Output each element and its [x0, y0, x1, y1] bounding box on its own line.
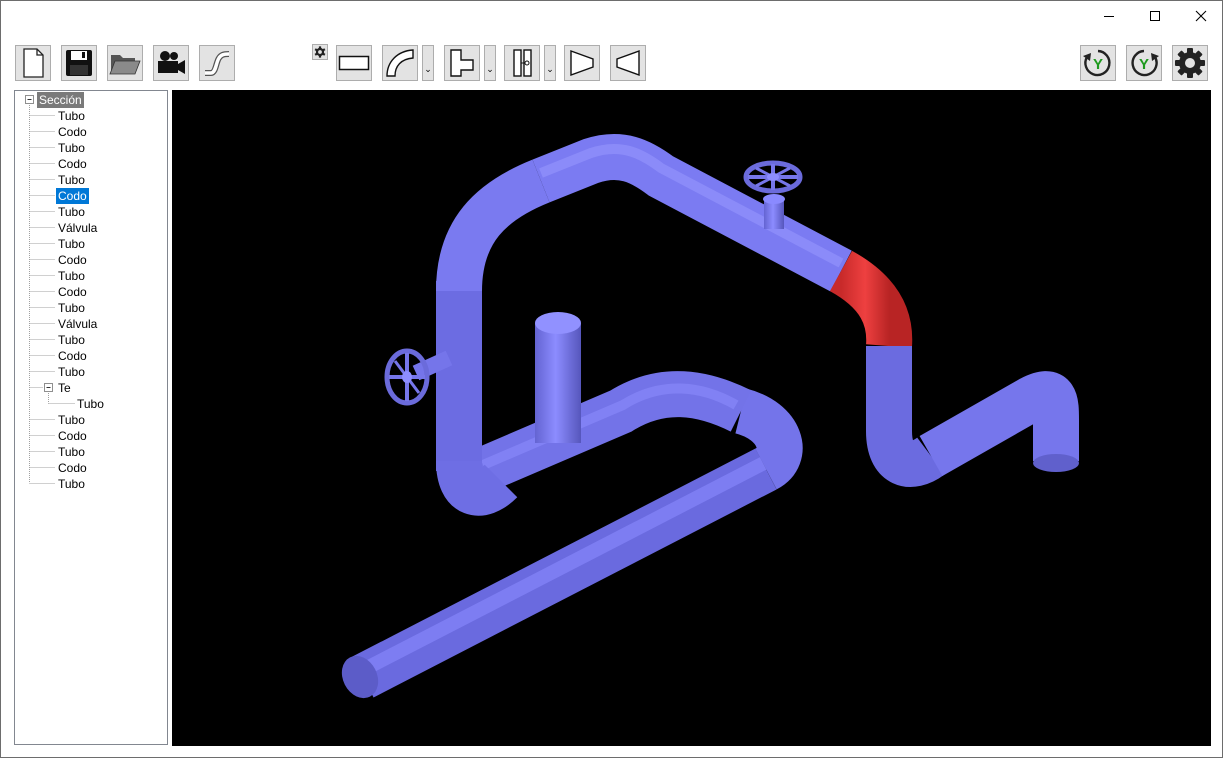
expander-icon — [616, 50, 640, 76]
tree-item[interactable]: Codo — [56, 428, 89, 444]
maximize-button[interactable] — [1132, 1, 1178, 31]
pipe-model-render — [341, 134, 1079, 699]
tee-icon — [450, 49, 474, 77]
rotate-y-ccw-button[interactable]: Y — [1126, 45, 1162, 81]
straight-tube-button[interactable] — [336, 45, 372, 81]
rotate-y-counterclockwise-icon: Y — [1131, 49, 1159, 77]
tree-item[interactable]: Codo — [56, 156, 89, 172]
tee-dropdown-button[interactable]: ⌄ — [484, 45, 496, 81]
3d-viewport[interactable] — [172, 90, 1211, 746]
valve-dropdown-button[interactable]: ⌄ — [544, 45, 556, 81]
tree-item[interactable]: Tubo — [56, 140, 87, 156]
tree-item[interactable]: Tubo — [56, 364, 87, 380]
pipe-right-vertical — [866, 346, 945, 487]
open-folder-button[interactable] — [107, 45, 143, 81]
camera-button[interactable] — [153, 45, 189, 81]
tree-item[interactable]: Codo — [56, 124, 89, 140]
new-file-icon — [23, 48, 44, 78]
expander-button[interactable] — [610, 45, 646, 81]
tree-item[interactable]: Tubo — [56, 412, 87, 428]
tree-item[interactable]: Tubo — [56, 476, 87, 492]
minimize-icon — [1104, 16, 1114, 17]
reducer-button[interactable] — [564, 45, 600, 81]
app-window: ⌄ ⌄ ⌄ Y Y Sección Tubo Codo Tubo Codo Tu… — [0, 0, 1223, 758]
valve-component-icon — [513, 49, 532, 77]
collapse-root-toggle — [25, 95, 34, 104]
tree-item[interactable]: Tubo — [56, 204, 87, 220]
tree-lines — [25, 95, 75, 484]
close-button[interactable] — [1178, 1, 1222, 31]
elbow-button[interactable] — [382, 45, 418, 81]
tree-root-seccion[interactable]: Sección — [37, 92, 84, 108]
tree-item[interactable]: Válvula — [56, 316, 99, 332]
tree-item[interactable]: Tubo — [56, 332, 87, 348]
collapse-te-toggle — [44, 383, 53, 392]
tree-item[interactable]: Codo — [56, 252, 89, 268]
tree-item[interactable]: Válvula — [56, 220, 99, 236]
save-icon — [66, 50, 92, 76]
pipe-vertical-stub — [535, 323, 581, 443]
small-gear-icon — [314, 46, 326, 58]
rotate-y-clockwise-icon: Y — [1083, 49, 1111, 77]
minimize-button[interactable] — [1086, 1, 1132, 31]
reducer-icon — [570, 50, 594, 76]
tree-item[interactable]: Tubo — [56, 172, 87, 188]
maximize-icon — [1150, 11, 1160, 21]
tree-item[interactable]: Tubo — [56, 236, 87, 252]
pipe-route-icon — [205, 51, 230, 76]
valve-component-button[interactable] — [504, 45, 540, 81]
new-file-button[interactable] — [15, 45, 51, 81]
pipe-selected-elbow — [829, 250, 913, 348]
tree-item[interactable]: Codo — [56, 460, 89, 476]
tree-item-te-child[interactable]: Tubo — [75, 396, 106, 412]
close-icon — [1195, 10, 1207, 22]
tree-item[interactable]: Tubo — [56, 300, 87, 316]
tree-item-selected[interactable]: Codo — [56, 188, 89, 204]
straight-tube-icon — [338, 55, 370, 71]
pipe-right-lower — [919, 371, 1079, 476]
elbow-dropdown-button[interactable]: ⌄ — [422, 45, 434, 81]
small-settings-button[interactable] — [312, 44, 328, 60]
tree-item[interactable]: Tubo — [56, 444, 87, 460]
section-tree[interactable]: Sección Tubo Codo Tubo Codo Tubo Codo Tu… — [14, 90, 168, 745]
pipe-right-open-end — [1033, 454, 1079, 472]
rotate-y-cw-button[interactable]: Y — [1080, 45, 1116, 81]
tree-item[interactable]: Tubo — [56, 268, 87, 284]
rotate-y-axis-label: Y — [1093, 56, 1103, 73]
save-button[interactable] — [61, 45, 97, 81]
elbow-icon — [386, 49, 414, 77]
settings-gear-icon — [1175, 48, 1205, 78]
pipe-top — [532, 134, 852, 292]
tree-item[interactable]: Tubo — [56, 108, 87, 124]
settings-button[interactable] — [1172, 45, 1208, 81]
camera-icon — [158, 51, 185, 74]
tree-item[interactable]: Codo — [56, 348, 89, 364]
rotate-y-ccw-axis-label: Y — [1139, 56, 1149, 73]
tree-item-te[interactable]: Te — [56, 380, 73, 396]
pipe-left-top-elbow — [436, 159, 550, 292]
tree-item[interactable]: Codo — [56, 284, 89, 300]
pipe-route-button[interactable] — [199, 45, 235, 81]
main-toolbar: ⌄ ⌄ ⌄ Y Y — [1, 41, 1222, 85]
tee-button[interactable] — [444, 45, 480, 81]
open-folder-icon — [109, 55, 141, 75]
